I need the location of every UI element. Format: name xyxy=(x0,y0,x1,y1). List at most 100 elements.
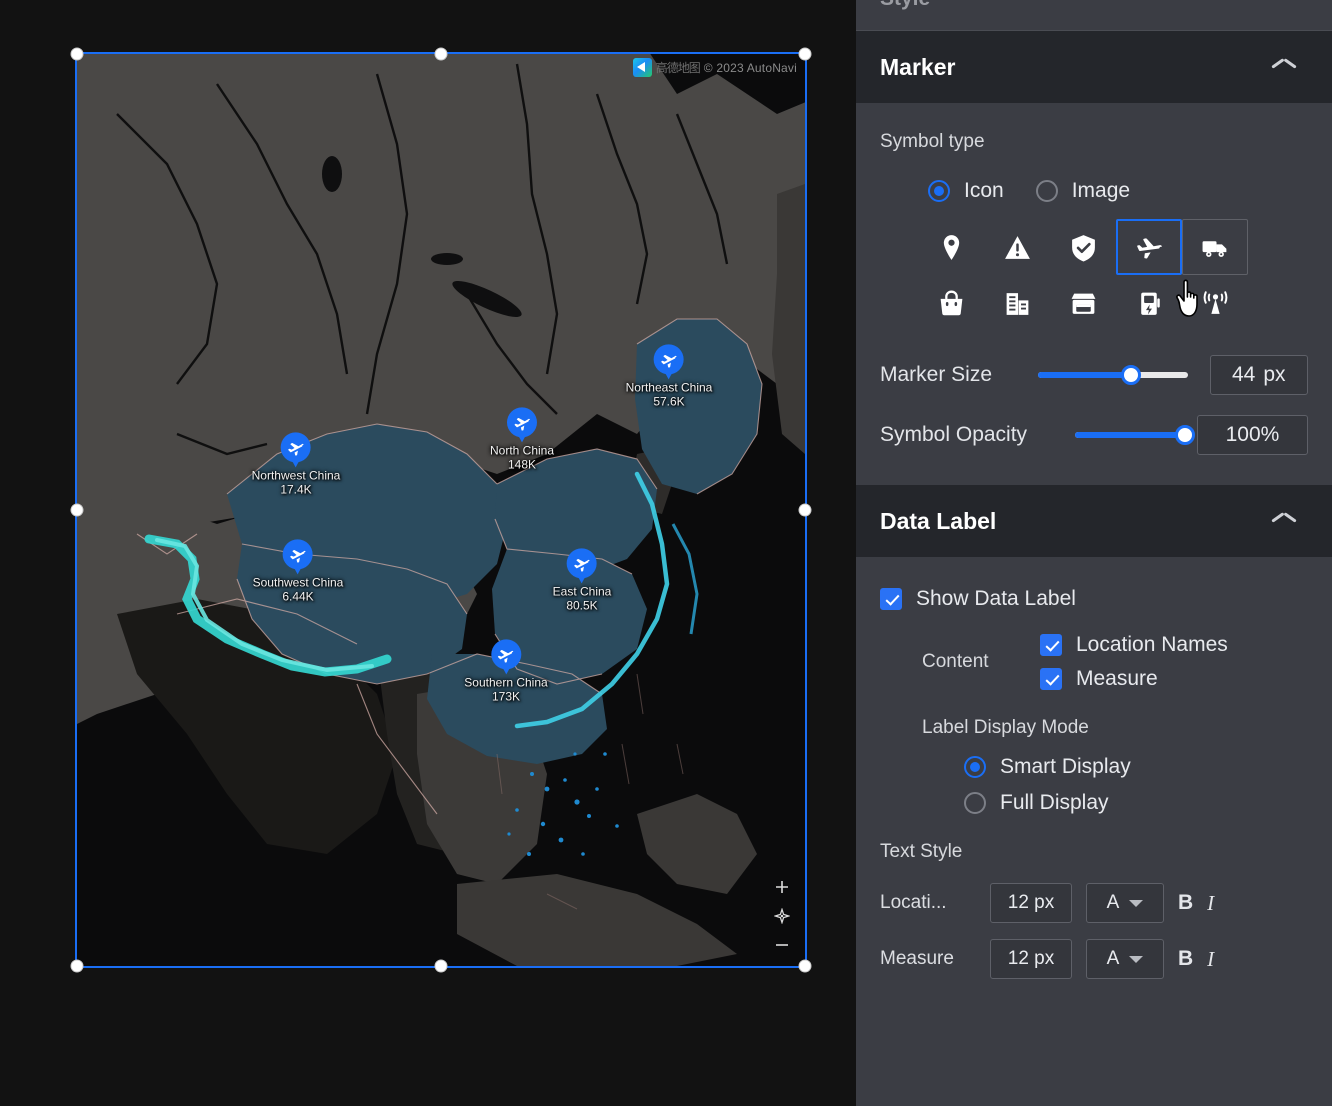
marker-pin[interactable] xyxy=(490,639,521,675)
marker-pin[interactable] xyxy=(282,539,313,575)
symbol-option-warning-triangle[interactable] xyxy=(984,219,1050,275)
marker-size-input[interactable]: 44 px xyxy=(1209,355,1308,395)
marker-location-name: Southwest China xyxy=(252,575,344,590)
symbol-opacity-value: 100% xyxy=(1225,423,1280,446)
airplane-icon xyxy=(654,344,684,375)
marker-location-name: East China xyxy=(552,584,612,599)
zoom-in-icon[interactable] xyxy=(773,878,791,896)
full-display-label: Full Display xyxy=(1000,791,1109,814)
map-marker[interactable]: North China 148K xyxy=(490,407,554,472)
chevron-down-icon-2[interactable] xyxy=(1129,955,1144,963)
resize-handle-nw[interactable] xyxy=(70,47,84,61)
symbol-option-ev-charging-station[interactable] xyxy=(1116,275,1182,331)
label-display-mode-radio-group[interactable]: Smart Display Full Display xyxy=(964,755,1308,815)
airplane-icon xyxy=(490,639,521,670)
map-marker[interactable]: East China 80.5K xyxy=(552,548,612,613)
chevron-up-icon-2[interactable] xyxy=(1272,514,1296,528)
symbol-type-radio-group[interactable]: Icon Image xyxy=(928,179,1308,203)
symbol-option-shopping-bag[interactable] xyxy=(918,275,984,331)
radio-smart-display[interactable] xyxy=(964,756,986,778)
symbol-type-label: Symbol type xyxy=(880,131,985,152)
symbol-option-location-pin[interactable] xyxy=(918,219,984,275)
marker-measure-value: 6.44K xyxy=(282,589,314,604)
marker-pin[interactable] xyxy=(654,344,684,380)
radio-icon[interactable] xyxy=(928,180,950,202)
truck-icon xyxy=(1202,240,1226,257)
content-location-names-row[interactable]: Location Names xyxy=(1040,633,1228,657)
location-font-family-select[interactable]: A xyxy=(1086,883,1164,923)
marker-pin[interactable] xyxy=(281,432,311,468)
location-names-checkbox[interactable] xyxy=(1040,634,1062,656)
marker-measure-value: 57.6K xyxy=(653,394,685,409)
style-section-title: Style xyxy=(880,0,930,11)
shopping-bag-icon xyxy=(940,290,962,315)
airplane-icon xyxy=(281,432,311,463)
chevron-down-icon[interactable] xyxy=(1129,899,1144,907)
location-font-size-input[interactable]: 12 px xyxy=(990,883,1072,923)
symbol-option-truck[interactable] xyxy=(1182,219,1248,275)
airplane-icon xyxy=(282,539,313,570)
symbol-opacity-input[interactable]: 100% xyxy=(1196,415,1308,455)
style-section-header-cutoff[interactable]: Style xyxy=(856,0,1332,30)
resize-handle-sw[interactable] xyxy=(70,959,84,973)
locate-compass-icon[interactable] xyxy=(773,907,791,925)
marker-location-name: Southern China xyxy=(464,675,548,690)
content-label: Content xyxy=(922,651,989,672)
marker-size-value: 44 xyxy=(1231,363,1256,386)
signal-tower-icon xyxy=(1203,290,1227,314)
resize-handle-n[interactable] xyxy=(434,47,448,61)
show-data-label-checkbox[interactable] xyxy=(880,588,902,610)
resize-handle-se[interactable] xyxy=(798,959,812,973)
symbol-option-storefront[interactable] xyxy=(1050,275,1116,331)
show-data-label-row[interactable]: Show Data Label xyxy=(880,587,1308,611)
shield-check-icon xyxy=(1071,234,1095,261)
content-measure-row[interactable]: Measure xyxy=(1040,667,1228,691)
measure-bold-button[interactable]: B xyxy=(1178,947,1193,971)
data-label-section-header[interactable]: Data Label xyxy=(856,485,1332,557)
ev-charging-station-icon xyxy=(1140,292,1160,315)
measure-checkbox[interactable] xyxy=(1040,668,1062,690)
zoom-out-icon[interactable] xyxy=(773,936,791,954)
map-marker[interactable]: Southwest China 6.44K xyxy=(252,539,344,604)
measure-italic-button[interactable]: I xyxy=(1207,947,1214,972)
full-display-row[interactable]: Full Display xyxy=(964,791,1308,815)
marker-measure-value: 148K xyxy=(507,457,537,472)
resize-handle-e[interactable] xyxy=(798,503,812,517)
map-marker[interactable]: Southern China 173K xyxy=(464,639,548,704)
location-names-label: Location Names xyxy=(1076,633,1228,656)
marker-section-title: Marker xyxy=(880,53,956,80)
marker-size-slider[interactable] xyxy=(1037,365,1188,385)
location-italic-button[interactable]: I xyxy=(1207,891,1214,916)
marker-size-slider-knob[interactable] xyxy=(1120,365,1141,385)
measure-font-size-input[interactable]: 12 px xyxy=(990,939,1072,979)
show-data-label-text: Show Data Label xyxy=(916,587,1076,610)
map-marker[interactable]: Northwest China 17.4K xyxy=(252,432,340,497)
map-marker[interactable]: Northeast China 57.6K xyxy=(626,344,712,409)
symbol-option-office-building[interactable] xyxy=(984,275,1050,331)
location-font-glyph: A xyxy=(1106,892,1120,913)
radio-full-display[interactable] xyxy=(964,792,986,814)
symbol-opacity-slider[interactable] xyxy=(1074,425,1195,445)
text-style-location-row: Locati... 12 px A B I xyxy=(880,875,1308,931)
marker-pin[interactable] xyxy=(566,548,597,584)
warning-triangle-icon xyxy=(1004,235,1030,259)
resize-handle-w[interactable] xyxy=(70,503,84,517)
map-zoom-controls[interactable] xyxy=(773,878,791,954)
marker-section-body: Symbol type Icon Image Marker Size 44 px xyxy=(856,131,1332,485)
symbol-icon-grid[interactable] xyxy=(918,219,1308,331)
measure-font-family-select[interactable]: A xyxy=(1086,939,1164,979)
symbol-option-signal-tower[interactable] xyxy=(1182,275,1248,331)
radio-image[interactable] xyxy=(1035,180,1058,202)
symbol-option-airplane[interactable] xyxy=(1116,219,1182,275)
airplane-icon xyxy=(507,407,537,438)
location-bold-button[interactable]: B xyxy=(1178,891,1193,915)
marker-pin[interactable] xyxy=(507,407,537,443)
symbol-opacity-slider-knob[interactable] xyxy=(1174,425,1195,445)
smart-display-row[interactable]: Smart Display xyxy=(964,755,1308,779)
symbol-option-shield-check[interactable] xyxy=(1050,219,1116,275)
chevron-up-icon[interactable] xyxy=(1272,60,1296,74)
marker-section-header[interactable]: Marker xyxy=(856,31,1332,103)
resize-handle-s[interactable] xyxy=(434,959,448,973)
resize-handle-ne[interactable] xyxy=(798,47,812,61)
map-widget[interactable]: 高德地图 © 2023 AutoNavi Northwest China 17.… xyxy=(75,52,807,968)
